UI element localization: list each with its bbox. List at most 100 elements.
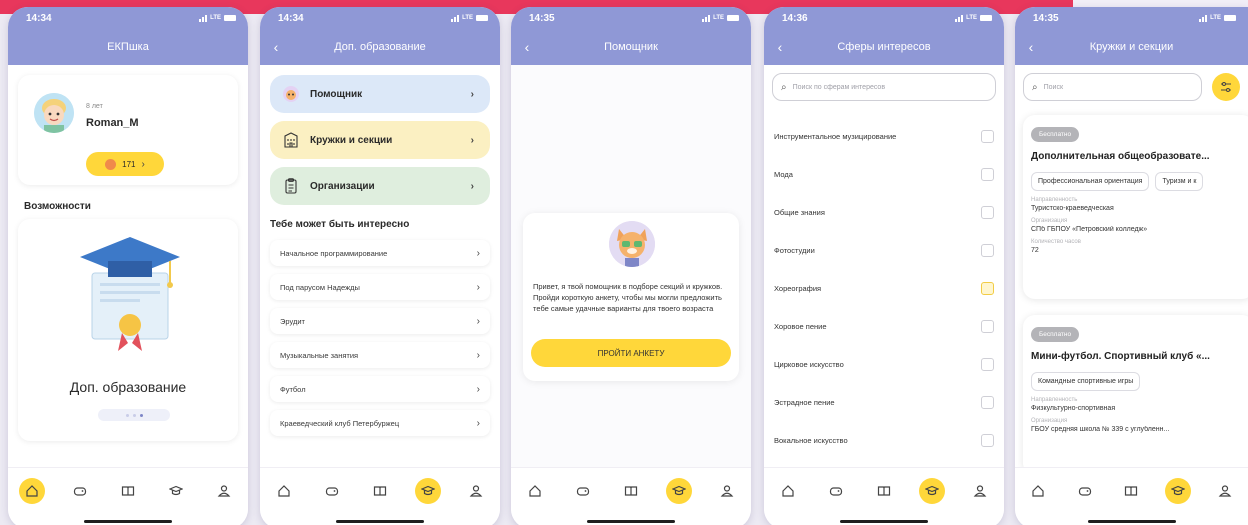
list-item-label: Начальное программирование [280, 248, 388, 258]
avatar[interactable] [34, 93, 74, 133]
list-item[interactable]: Футбол › [270, 376, 490, 402]
tab-games[interactable] [1072, 478, 1098, 504]
field-value: ГБОУ средняя школа № 339 с углубленн... [1031, 426, 1170, 433]
search-input[interactable] [792, 83, 987, 91]
graduation-cap-icon [1171, 485, 1186, 496]
list-item[interactable]: Вокальное искусство [764, 421, 1004, 459]
tab-profile[interactable] [967, 478, 993, 504]
back-arrow-icon[interactable]: ‹ [772, 37, 788, 57]
back-arrow-icon[interactable]: ‹ [1023, 37, 1039, 57]
take-survey-button[interactable]: ПРОЙТИ АНКЕТУ [531, 339, 731, 367]
carousel-dots[interactable] [98, 409, 170, 421]
tag[interactable]: Командные спортивные игры [1031, 372, 1141, 391]
menu-organizations[interactable]: Организации › [270, 167, 490, 205]
tab-profile[interactable] [463, 478, 489, 504]
tab-profile[interactable] [714, 478, 740, 504]
tab-bar [1015, 467, 1248, 525]
chevron-right-icon: › [476, 247, 480, 259]
username: Roman_M [86, 117, 139, 129]
interest-label: Фотостудии [774, 245, 815, 255]
graduation-cap-icon [421, 485, 435, 496]
page-title: Доп. образование [334, 41, 426, 53]
tab-library[interactable] [618, 478, 644, 504]
nav-header: ‹ Доп. образование [260, 29, 500, 65]
list-item[interactable]: Цирковое искусство [764, 345, 1004, 383]
list-item[interactable]: Краеведческий клуб Петербуржец › [270, 410, 490, 436]
tag[interactable]: Туризм и к [1155, 172, 1204, 191]
club-card[interactable]: Бесплатно Дополнительная общеобразовате.… [1023, 115, 1248, 299]
search-box[interactable]: ⌕ [772, 73, 996, 101]
club-card[interactable]: Бесплатно Мини-футбол. Спортивный клуб «… [1023, 315, 1248, 467]
checkbox[interactable] [981, 319, 994, 333]
checkbox[interactable] [981, 433, 994, 447]
list-item[interactable]: Мода [764, 155, 1004, 193]
checkbox[interactable] [981, 395, 994, 409]
tab-home[interactable] [1025, 478, 1051, 504]
clubs-content: ⌕ Бесплатно Дополнительная общеобразоват… [1015, 65, 1248, 467]
list-item-label: Музыкальные занятия [280, 350, 359, 360]
status-bar: 14:34 LTE [260, 7, 500, 29]
signal-icon [1199, 14, 1208, 22]
tab-games[interactable] [319, 478, 345, 504]
tag[interactable]: Профессиональная ориентация [1031, 172, 1150, 191]
list-item[interactable]: Хореография [764, 269, 1004, 307]
tab-home[interactable] [775, 478, 801, 504]
tab-education[interactable] [163, 478, 189, 504]
interest-label: Цирковое искусство [774, 359, 844, 369]
tab-games[interactable] [823, 478, 849, 504]
home-icon [1032, 485, 1044, 497]
search-box[interactable]: ⌕ [1023, 73, 1202, 101]
checkbox[interactable] [981, 205, 994, 219]
list-item[interactable]: Общие знания [764, 193, 1004, 231]
list-item[interactable]: Фотостудии [764, 231, 1004, 269]
menu-assistant[interactable]: Помощник › [270, 75, 490, 113]
list-item[interactable]: Эрудит › [270, 308, 490, 334]
profile-card[interactable]: 8 лет Roman_M 171 › [18, 75, 238, 185]
search-input[interactable] [1043, 83, 1193, 91]
tab-games[interactable] [570, 478, 596, 504]
back-arrow-icon[interactable]: ‹ [519, 37, 535, 57]
tab-library[interactable] [367, 478, 393, 504]
assistant-avatar-icon [280, 83, 302, 105]
list-item-label: Под парусом Надежды [280, 282, 360, 292]
tab-education[interactable] [666, 478, 692, 504]
list-item[interactable]: Инструментальное музицирование [764, 117, 1004, 155]
menu-clubs[interactable]: Кружки и секции › [270, 121, 490, 159]
tab-profile[interactable] [1212, 478, 1238, 504]
tab-library[interactable] [871, 478, 897, 504]
tab-library[interactable] [115, 478, 141, 504]
tab-education[interactable] [1165, 478, 1192, 504]
nav-header: ‹ Помощник [511, 29, 751, 65]
gamepad-icon [73, 487, 87, 496]
tab-education[interactable] [415, 478, 441, 504]
list-item[interactable]: Начальное программирование › [270, 240, 490, 266]
back-arrow-icon[interactable]: ‹ [268, 37, 284, 57]
checkbox[interactable] [981, 129, 994, 143]
signal-icon [702, 14, 711, 22]
list-item[interactable]: Под парусом Надежды › [270, 274, 490, 300]
education-illustration-icon [80, 237, 180, 351]
feature-card-education[interactable]: Доп. образование [18, 219, 238, 441]
field-label: Организация [1031, 218, 1068, 224]
list-item[interactable]: Эстрадное пение [764, 383, 1004, 421]
tab-home[interactable] [19, 478, 45, 504]
checkbox[interactable] [981, 357, 994, 371]
tab-profile[interactable] [211, 478, 237, 504]
checkbox[interactable] [981, 281, 994, 295]
tab-home[interactable] [271, 478, 297, 504]
tab-education[interactable] [919, 478, 945, 504]
list-item[interactable]: Хоровое пение [764, 307, 1004, 345]
tab-games[interactable] [67, 478, 93, 504]
list-item[interactable]: Музыкальные занятия › [270, 342, 490, 368]
filter-button[interactable] [1212, 73, 1240, 101]
assistant-message: Привет, я твой помощник в подборе секций… [533, 282, 723, 313]
tab-home[interactable] [522, 478, 548, 504]
page-title: Помощник [604, 41, 658, 53]
building-icon [280, 129, 302, 151]
checkbox[interactable] [981, 167, 994, 181]
status-bar: 14:35 LTE [511, 7, 751, 29]
checkbox[interactable] [981, 243, 994, 257]
battery-icon [1224, 15, 1236, 21]
tab-library[interactable] [1118, 478, 1144, 504]
coins-button[interactable]: 171 › [86, 152, 164, 176]
